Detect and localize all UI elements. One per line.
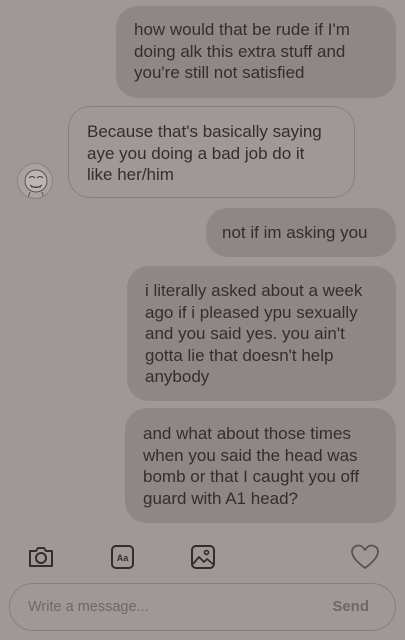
text-format-icon[interactable]: Aa <box>109 543 137 571</box>
sent-message: not if im asking you <box>206 208 396 257</box>
sent-message: and what about those times when you said… <box>125 408 396 523</box>
svg-text:Aa: Aa <box>117 553 129 563</box>
contact-avatar[interactable] <box>17 163 53 199</box>
image-icon[interactable] <box>189 543 217 571</box>
avatar-face-icon <box>24 169 48 198</box>
message-composer[interactable]: Write a message... Send <box>9 583 396 631</box>
camera-icon[interactable] <box>27 543 55 571</box>
received-message: Because that's basically saying aye you … <box>68 106 355 198</box>
message-input[interactable]: Write a message... <box>28 599 149 615</box>
sent-message: i literally asked about a week ago if i … <box>127 266 396 401</box>
send-button[interactable]: Send <box>332 598 369 615</box>
heart-icon[interactable] <box>350 543 380 571</box>
sent-message: how would that be rude if I'm doing alk … <box>116 6 396 98</box>
